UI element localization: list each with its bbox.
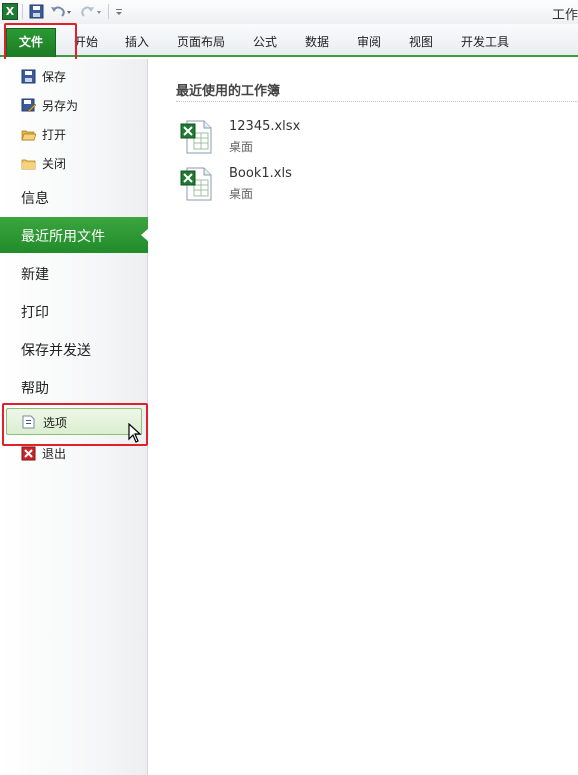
recent-file-name: Book1.xls bbox=[229, 166, 292, 181]
nav-item-new[interactable]: 新建 bbox=[0, 255, 148, 291]
open-folder-icon bbox=[21, 130, 36, 141]
nav-item-label: 最近所用文件 bbox=[21, 229, 105, 245]
recent-file-item[interactable]: Book1.xls 桌面 bbox=[176, 166, 476, 210]
customize-toolbar-icon[interactable] bbox=[114, 4, 124, 19]
nav-item-recent[interactable]: 最近所用文件 bbox=[0, 217, 149, 253]
nav-item-save[interactable]: 保存 bbox=[0, 62, 148, 90]
active-indicator-arrow bbox=[141, 228, 149, 242]
heading-divider bbox=[176, 101, 578, 102]
undo-icon[interactable] bbox=[50, 4, 72, 19]
nav-item-save-send[interactable]: 保存并发送 bbox=[0, 331, 148, 367]
save-as-icon bbox=[21, 98, 36, 113]
nav-item-open[interactable]: 打开 bbox=[0, 120, 148, 148]
window-title: 工作 bbox=[551, 8, 578, 23]
nav-item-label: 新建 bbox=[21, 267, 49, 283]
exit-icon bbox=[21, 446, 36, 461]
nav-item-label: 保存 bbox=[42, 70, 67, 84]
recent-file-name: 12345.xlsx bbox=[229, 119, 301, 134]
nav-item-label: 帮助 bbox=[21, 381, 49, 397]
ribbon-tab-bar: 文件 开始 插入 页面布局 公式 数据 审阅 视图 开发工具 bbox=[0, 24, 578, 57]
tab-view[interactable]: 视图 bbox=[407, 31, 435, 57]
save-icon[interactable] bbox=[29, 4, 44, 19]
close-folder-icon bbox=[21, 159, 36, 170]
excel-logo-icon[interactable]: X bbox=[2, 3, 18, 20]
nav-item-label: 另存为 bbox=[42, 99, 79, 113]
nav-item-label: 打印 bbox=[21, 305, 49, 321]
options-highlight bbox=[2, 403, 148, 446]
recent-file-location: 桌面 bbox=[229, 187, 254, 201]
nav-item-label: 退出 bbox=[42, 447, 67, 461]
excel-file-icon bbox=[180, 167, 212, 201]
excel-file-icon bbox=[180, 120, 212, 154]
nav-item-info[interactable]: 信息 bbox=[0, 179, 148, 215]
save-icon bbox=[21, 69, 36, 84]
tab-page-layout[interactable]: 页面布局 bbox=[175, 31, 227, 57]
tab-developer[interactable]: 开发工具 bbox=[459, 31, 511, 57]
nav-item-print[interactable]: 打印 bbox=[0, 293, 148, 329]
toolbar-separator bbox=[22, 4, 23, 19]
nav-item-save-as[interactable]: 另存为 bbox=[0, 91, 148, 119]
nav-item-label: 打开 bbox=[42, 128, 67, 142]
toolbar-separator bbox=[108, 4, 109, 19]
tab-review[interactable]: 审阅 bbox=[355, 31, 383, 57]
recent-workbooks-heading: 最近使用的工作簿 bbox=[176, 84, 281, 99]
recent-file-location: 桌面 bbox=[229, 140, 254, 154]
nav-item-label: 关闭 bbox=[42, 157, 67, 171]
nav-item-label: 信息 bbox=[21, 191, 49, 207]
redo-icon[interactable] bbox=[80, 4, 102, 19]
tab-formulas[interactable]: 公式 bbox=[251, 31, 279, 57]
tab-data[interactable]: 数据 bbox=[303, 31, 331, 57]
recent-file-item[interactable]: 12345.xlsx 桌面 bbox=[176, 119, 476, 163]
nav-item-help[interactable]: 帮助 bbox=[0, 369, 148, 405]
mouse-cursor-icon bbox=[128, 423, 142, 443]
nav-item-label: 保存并发送 bbox=[21, 343, 91, 359]
nav-item-close[interactable]: 关闭 bbox=[0, 149, 148, 177]
quick-access-toolbar: X 工作 bbox=[0, 0, 578, 24]
tab-insert[interactable]: 插入 bbox=[123, 31, 151, 57]
